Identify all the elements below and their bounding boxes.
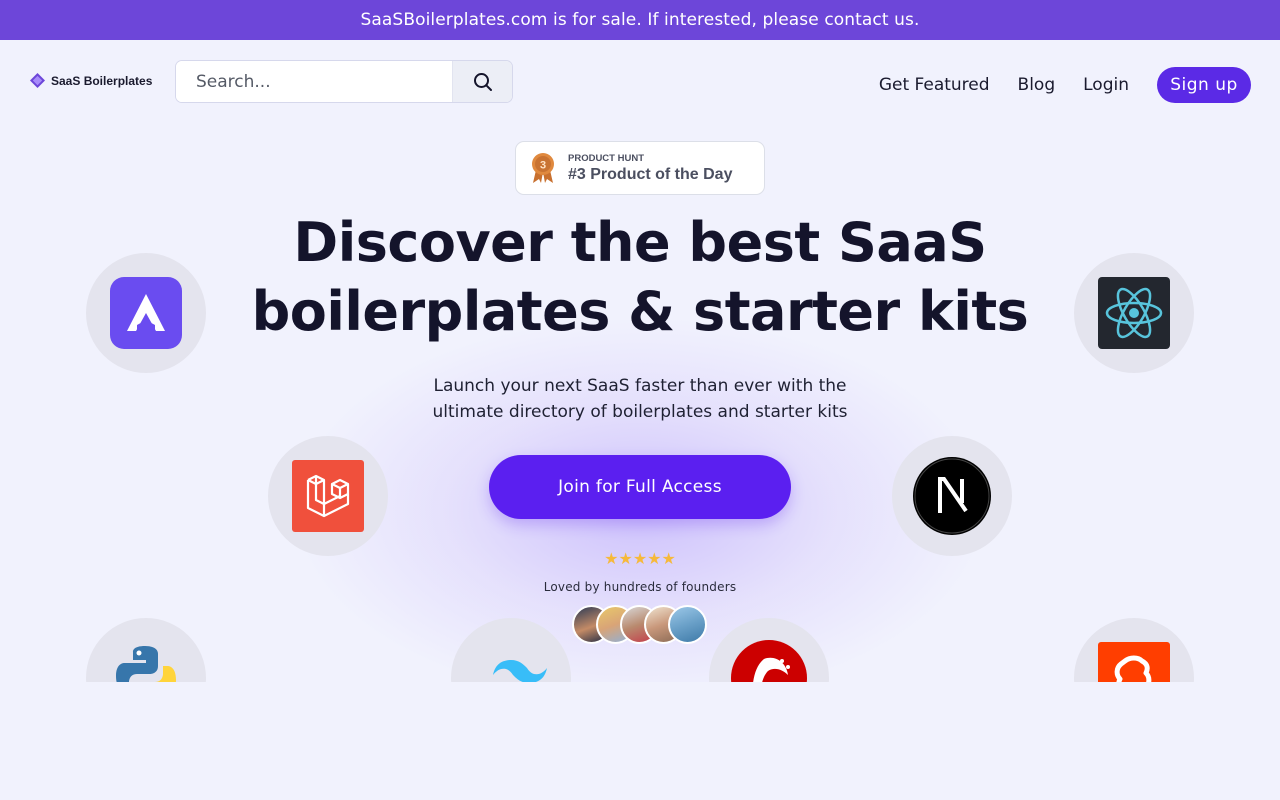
hero-title-line1: Discover the best SaaS	[293, 211, 987, 274]
loved-by-text: Loved by hundreds of founders	[543, 580, 737, 594]
svelte-logo[interactable]	[1074, 618, 1194, 682]
join-full-access-button[interactable]: Join for Full Access	[489, 455, 791, 519]
python-icon	[116, 646, 176, 682]
medal-icon: 3	[532, 153, 554, 183]
rating-stars: ★★★★★	[604, 549, 676, 568]
hero-subtitle: Launch your next SaaS faster than ever w…	[380, 373, 900, 425]
laravel-icon	[306, 474, 350, 518]
svelte-icon	[1114, 655, 1152, 682]
hero-title-line2: boilerplates & starter kits	[251, 280, 1029, 343]
nextjs-icon	[913, 457, 991, 535]
laravel-logo[interactable]	[268, 436, 388, 556]
python-logo[interactable]	[86, 618, 206, 682]
nextjs-logo[interactable]	[892, 436, 1012, 556]
avatar	[668, 605, 707, 644]
page-section-gap	[0, 682, 1280, 800]
product-hunt-badge[interactable]: 3 PRODUCT HUNT #3 Product of the Day	[515, 141, 765, 195]
astro-icon	[127, 294, 165, 331]
hero-title: Discover the best SaaS boilerplates & st…	[240, 208, 1040, 346]
rails-icon	[731, 640, 807, 682]
hero-subtitle-line1: Launch your next SaaS faster than ever w…	[433, 376, 847, 396]
astro-logo[interactable]	[86, 253, 206, 373]
hero-subtitle-line2: ultimate directory of boilerplates and s…	[432, 402, 848, 422]
hero-section: 3 PRODUCT HUNT #3 Product of the Day Dis…	[0, 0, 1280, 682]
badge-label: PRODUCT HUNT	[568, 153, 644, 164]
react-icon	[1105, 287, 1163, 339]
badge-title: #3 Product of the Day	[568, 166, 733, 183]
tailwind-icon	[493, 660, 547, 682]
medal-rank: 3	[540, 160, 546, 172]
react-logo[interactable]	[1074, 253, 1194, 373]
